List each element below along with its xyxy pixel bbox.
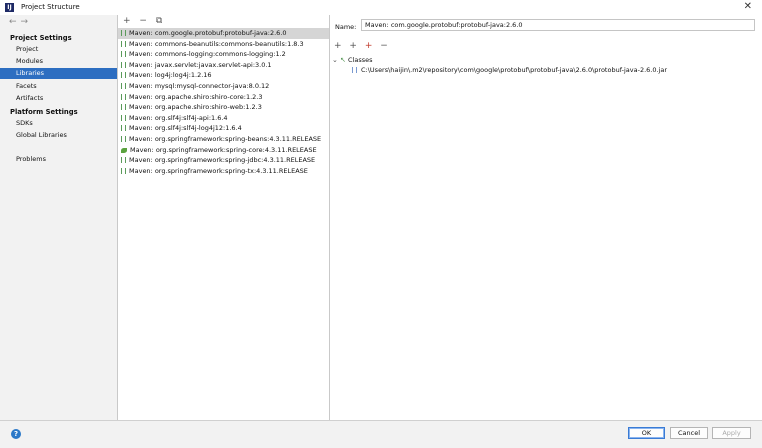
library-icon [121, 114, 126, 121]
close-button[interactable]: ✕ [744, 1, 752, 12]
library-label: Maven: org.springframework:spring-jdbc:4… [129, 156, 316, 165]
library-list-item[interactable]: Maven: org.springframework:spring-core:4… [118, 145, 329, 156]
library-list-item[interactable]: Maven: com.google.protobuf:protobuf-java… [118, 28, 329, 39]
library-icon [121, 125, 126, 132]
classes-root-icon: ↖ [340, 56, 346, 64]
name-label: Name: [335, 23, 357, 31]
sidebar-item-sdks[interactable]: SDKs [0, 118, 117, 129]
library-icon [121, 61, 126, 68]
add-classes-icon[interactable]: + [349, 41, 357, 51]
sidebar-item-facets[interactable]: Facets [0, 81, 117, 92]
help-icon[interactable]: ? [11, 429, 21, 439]
library-icon [121, 167, 126, 174]
library-name-field[interactable]: Maven: com.google.protobuf:protobuf-java… [361, 19, 755, 31]
remove-icon[interactable]: − [380, 41, 388, 51]
spring-icon [121, 147, 127, 153]
window-title: Project Structure [21, 3, 80, 11]
library-icon [121, 30, 126, 36]
apply-button[interactable]: Apply [712, 427, 751, 439]
jar-file-icon [352, 67, 357, 73]
library-label: Maven: org.slf4j:slf4j-api:1.6.4 [129, 113, 228, 122]
library-icon [121, 40, 126, 47]
copy-library-icon[interactable]: ⧉ [156, 16, 162, 26]
ok-button[interactable]: OK [628, 427, 665, 439]
sidebar-item-project[interactable]: Project [0, 44, 117, 55]
library-label: Maven: mysql:mysql-connector-java:8.0.12 [129, 81, 270, 90]
section-header-project-settings: Project Settings [10, 34, 72, 42]
add-root-icon[interactable]: + [365, 41, 373, 51]
add-icon[interactable]: + [334, 41, 342, 51]
nav-arrows: ←→ [9, 17, 32, 27]
title-bar: IJ Project Structure ✕ [0, 0, 762, 16]
back-arrow-icon[interactable]: ← [9, 17, 21, 27]
library-list-item[interactable]: Maven: commons-beanutils:commons-beanuti… [118, 39, 329, 50]
library-list-item[interactable]: Maven: org.springframework:spring-tx:4.3… [118, 166, 329, 177]
library-label: Maven: org.springframework:spring-beans:… [129, 134, 322, 143]
library-label: Maven: org.springframework:spring-core:4… [130, 145, 317, 154]
library-icon [121, 51, 126, 58]
library-roots-tree: ⌄ ↖ Classes C:\Users\haijin\.m2\repository… [332, 55, 667, 75]
forward-arrow-icon[interactable]: → [21, 17, 33, 27]
tree-node-label: Classes [348, 56, 373, 64]
intellij-logo-icon: IJ [5, 3, 14, 12]
library-list-item[interactable]: Maven: org.apache.shiro:shiro-core:1.2.3 [118, 92, 329, 103]
libraries-panel: + − ⧉ Maven: com.google.protobuf:protobu… [118, 15, 330, 420]
library-icon [121, 104, 126, 111]
section-header-platform-settings: Platform Settings [10, 108, 78, 116]
cancel-button[interactable]: Cancel [670, 427, 708, 439]
library-label: Maven: log4j:log4j:1.2.16 [129, 71, 212, 80]
sidebar-item-problems[interactable]: Problems [0, 154, 117, 165]
sidebar-item-global-libraries[interactable]: Global Libraries [0, 130, 117, 141]
library-list-item[interactable]: Maven: org.apache.shiro:shiro-web:1.2.3 [118, 102, 329, 113]
library-roots-toolbar: + + + − [334, 41, 393, 51]
library-label: Maven: commons-logging:commons-logging:1… [129, 50, 286, 59]
sidebar-item-modules[interactable]: Modules [0, 56, 117, 67]
library-icon [121, 157, 126, 164]
library-label: Maven: commons-beanutils:commons-beanuti… [129, 39, 304, 48]
remove-library-icon[interactable]: − [139, 16, 147, 26]
library-list-item[interactable]: Maven: org.springframework:spring-jdbc:4… [118, 155, 329, 166]
library-list-item[interactable]: Maven: org.springframework:spring-beans:… [118, 134, 329, 145]
jar-path: C:\Users\haijin\.m2\repository\com\googl… [361, 66, 668, 74]
library-details-panel: Name: Maven: com.google.protobuf:protobu… [330, 15, 762, 420]
dialog-footer: ? OK Cancel Apply [0, 420, 762, 448]
library-list-item[interactable]: Maven: javax.servlet:javax.servlet-api:3… [118, 60, 329, 71]
library-list-item[interactable]: Maven: log4j:log4j:1.2.16 [118, 70, 329, 81]
library-list-item[interactable]: Maven: org.slf4j:slf4j-api:1.6.4 [118, 113, 329, 124]
library-label: Maven: org.slf4j:slf4j-log4j12:1.6.4 [129, 124, 242, 133]
chevron-down-icon[interactable]: ⌄ [332, 55, 340, 65]
sidebar-item-artifacts[interactable]: Artifacts [0, 93, 117, 104]
library-list-item[interactable]: Maven: org.slf4j:slf4j-log4j12:1.6.4 [118, 123, 329, 134]
library-list-item[interactable]: Maven: commons-logging:commons-logging:1… [118, 49, 329, 60]
settings-sidebar: ←→ Project Settings Project Modules Libr… [0, 15, 118, 420]
library-label: Maven: org.springframework:spring-tx:4.3… [129, 166, 308, 175]
library-icon [121, 93, 126, 100]
library-icon [121, 135, 126, 142]
add-library-icon[interactable]: + [123, 16, 131, 26]
libraries-toolbar: + − ⧉ [123, 16, 168, 27]
library-icon [121, 72, 126, 79]
sidebar-item-libraries[interactable]: Libraries [0, 68, 117, 79]
library-label: Maven: com.google.protobuf:protobuf-java… [129, 29, 287, 37]
library-icon [121, 82, 126, 89]
library-label: Maven: org.apache.shiro:shiro-web:1.2.3 [129, 103, 262, 112]
tree-node-jar[interactable]: C:\Users\haijin\.m2\repository\com\googl… [332, 65, 667, 75]
tree-node-classes[interactable]: ⌄ ↖ Classes [332, 55, 667, 65]
library-label: Maven: org.apache.shiro:shiro-core:1.2.3 [129, 92, 263, 101]
library-list-item[interactable]: Maven: mysql:mysql-connector-java:8.0.12 [118, 81, 329, 92]
library-label: Maven: javax.servlet:javax.servlet-api:3… [129, 60, 272, 69]
libraries-list: Maven: com.google.protobuf:protobuf-java… [118, 28, 329, 176]
